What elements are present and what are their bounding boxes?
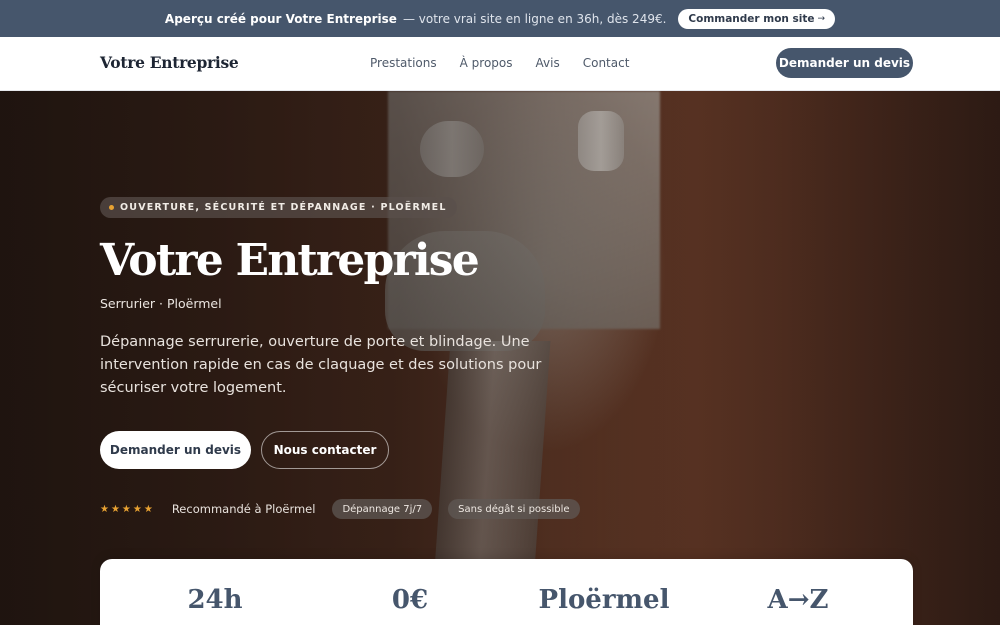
stat-24h: 24h — [187, 585, 243, 615]
stat-location: Ploërmel — [538, 585, 670, 615]
order-site-button-label: Commander mon site — [688, 12, 815, 25]
dot-icon — [109, 205, 114, 210]
stats-card: 24h 0€ Ploërmel A→Z — [100, 559, 913, 625]
badge-depannage: Dépannage 7j/7 — [332, 499, 433, 519]
badge-sans-degat: Sans dégât si possible — [448, 499, 580, 519]
trust-row: ★★★★★ Recommandé à Ploërmel Dépannage 7j… — [100, 499, 580, 519]
order-site-button[interactable]: Commander mon site → — [678, 8, 836, 29]
stat-price: 0€ — [391, 585, 429, 615]
nav-item-contact[interactable]: Contact — [583, 56, 630, 70]
header-quote-button[interactable]: Demander un devis — [776, 48, 913, 78]
announcement-bar: Aperçu créé pour Votre Entreprise — votr… — [0, 0, 1000, 37]
hero-tag-label: OUVERTURE, SÉCURITÉ ET DÉPANNAGE · PLOËR… — [120, 202, 447, 213]
hero-title: Votre Entreprise — [100, 235, 480, 286]
star-rating-icon: ★★★★★ — [100, 503, 155, 515]
announcement-text: — votre vrai site en ligne en 36h, dès 2… — [402, 11, 667, 26]
hero-quote-button[interactable]: Demander un devis — [100, 431, 251, 469]
hero-contact-button[interactable]: Nous contacter — [261, 431, 389, 469]
main-nav: Prestations À propos Avis Contact — [370, 56, 629, 70]
nav-item-a-propos[interactable]: À propos — [460, 56, 513, 70]
stat-a-to-z: A→Z — [767, 585, 829, 615]
recommend-text: Recommandé à Ploërmel — [171, 502, 316, 516]
nav-item-prestations[interactable]: Prestations — [370, 56, 437, 70]
hero-tag: OUVERTURE, SÉCURITÉ ET DÉPANNAGE · PLOËR… — [100, 197, 457, 218]
hero-subtitle: Serrurier · Ploërmel — [100, 296, 222, 311]
arrow-right-icon: → — [817, 13, 826, 24]
nav-item-avis[interactable]: Avis — [536, 56, 560, 70]
hero-section: OUVERTURE, SÉCURITÉ ET DÉPANNAGE · PLOËR… — [0, 91, 1000, 625]
site-header: Votre Entreprise Prestations À propos Av… — [0, 37, 1000, 91]
announcement-lead: Aperçu créé pour Votre Entreprise — [164, 11, 397, 26]
brand-logo[interactable]: Votre Entreprise — [100, 53, 239, 72]
hero-description: Dépannage serrurerie, ouverture de porte… — [100, 334, 542, 396]
